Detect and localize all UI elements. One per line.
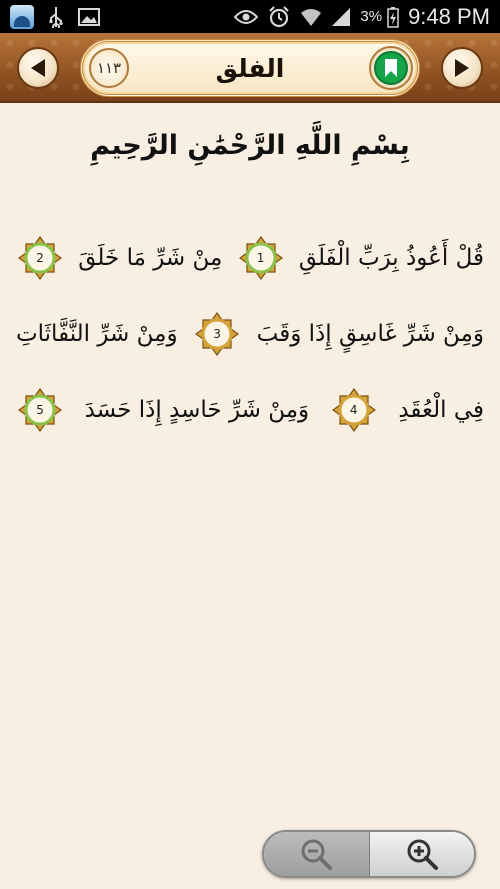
verse-text: وَمِنْ شَرِّ غَاسِقٍ إِذَا وَقَبَ [256, 320, 484, 347]
triangle-right-icon [455, 59, 469, 77]
verse-line: وَمِنْ شَرِّ غَاسِقٍ إِذَا وَقَبَ 3 وَمِ… [16, 296, 484, 372]
signal-icon [332, 7, 351, 26]
wifi-icon [301, 8, 322, 26]
verse-number-marker: 2 [18, 236, 62, 280]
verse-text: قُلْ أَعُوذُ بِرَبِّ الْفَلَقِ [298, 244, 484, 271]
previous-surah-button[interactable] [17, 47, 59, 89]
zoom-control [262, 830, 476, 878]
triangle-left-icon [31, 59, 45, 77]
surah-header: ١١٣ الفلق [0, 33, 500, 103]
verse-number: 3 [213, 327, 221, 341]
verse-number-marker: 4 [331, 388, 376, 432]
verse-line: فِي الْعُقَدِ 4 وَمِنْ شَرِّ حَاسِدٍ إِذ… [16, 372, 484, 448]
verse-number: 2 [36, 251, 44, 265]
verse-number: 1 [256, 251, 265, 265]
verse-text: مِنْ شَرِّ مَا خَلَقَ [78, 244, 223, 271]
zoom-in-button[interactable] [369, 832, 474, 876]
verse-text: وَمِنْ شَرِّ النَّفَّاثَاتِ [16, 320, 178, 347]
clock: 9:48 PM [408, 3, 490, 29]
zoom-out-button[interactable] [264, 832, 370, 876]
verse-text: فِي الْعُقَدِ [398, 396, 484, 423]
verse-line: قُلْ أَعُوذُ بِرَبِّ الْفَلَقِ 1 مِنْ شَ… [16, 220, 484, 296]
image-icon [78, 7, 100, 26]
battery-charging-icon [387, 6, 399, 28]
verse-number: 5 [36, 403, 44, 417]
bookmark-icon [385, 59, 397, 77]
verse-number-marker: 5 [18, 388, 63, 432]
eye-icon [234, 9, 259, 24]
status-bar: 3% 9:48 PM [0, 0, 500, 33]
bookmark-button[interactable] [369, 46, 413, 90]
battery-percent: 3% [360, 8, 383, 25]
app-icon [10, 4, 34, 29]
zoom-out-icon [301, 839, 333, 870]
surah-title-plate: ١١٣ الفلق [80, 39, 420, 97]
surah-number: ١١٣ [89, 48, 129, 88]
zoom-in-icon [407, 839, 438, 870]
next-surah-button[interactable] [441, 47, 483, 89]
surah-title: الفلق [215, 53, 285, 83]
verses-text: قُلْ أَعُوذُ بِرَبِّ الْفَلَقِ 1 مِنْ شَ… [16, 220, 484, 448]
verse-number: 4 [349, 403, 358, 417]
usb-icon [49, 6, 63, 28]
verse-number-marker: 1 [238, 236, 283, 280]
basmala: بِسْمِ اللَّهِ الرَّحْمَٰنِ الرَّحِيمِ [90, 130, 410, 161]
verse-number-marker: 3 [195, 312, 240, 356]
verse-text: وَمِنْ شَرِّ حَاسِدٍ إِذَا حَسَدَ [84, 396, 310, 423]
alarm-icon [269, 5, 290, 27]
